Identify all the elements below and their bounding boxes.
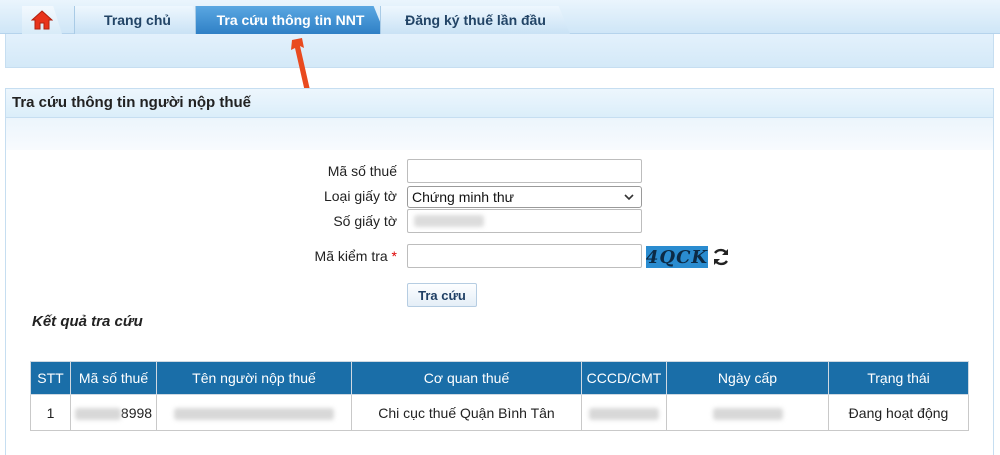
required-mark: *: [391, 248, 397, 264]
redacted-taxpayer-name: [174, 407, 334, 420]
cell-taxpayer-name: [156, 394, 352, 431]
tax-code-input[interactable]: [407, 159, 642, 183]
tab-home[interactable]: Trang chủ: [74, 6, 200, 34]
captcha-image: 4QCK: [645, 246, 709, 268]
tax-code-suffix: 8998: [120, 404, 153, 421]
col-tax-agency: Cơ quan thuế: [351, 361, 582, 395]
doc-type-selected: Chứng minh thư: [412, 189, 515, 205]
panel-header: Tra cứu thông tin người nộp thuế: [5, 88, 994, 118]
cell-tax-code: 8998: [70, 394, 157, 431]
tab-home-label: Trang chủ: [104, 12, 171, 28]
tax-code-label: Mã số thuế: [327, 163, 397, 179]
redacted-doc-number: [414, 215, 484, 227]
captcha-label-text: Mã kiểm tra: [314, 248, 388, 264]
panel-band: [5, 118, 994, 150]
table-row: 1 8998 Chi cục thuế Quận Bình Tân Đang h…: [30, 394, 969, 431]
home-icon: [31, 10, 53, 30]
page-title: Tra cứu thông tin người nộp thuế: [12, 94, 252, 111]
search-button[interactable]: Tra cứu: [407, 283, 477, 307]
captcha-label: Mã kiểm tra *: [257, 248, 397, 264]
chevron-down-icon: [624, 194, 634, 201]
redacted-id-number: [589, 407, 659, 420]
tab-first-registration-label: Đăng ký thuế lần đầu: [405, 12, 546, 28]
col-status: Trạng thái: [828, 361, 969, 395]
refresh-icon[interactable]: [711, 247, 731, 267]
table-header-row: STT Mã số thuế Tên người nộp thuế Cơ qua…: [30, 361, 969, 395]
tab-first-registration[interactable]: Đăng ký thuế lần đầu: [380, 6, 570, 34]
tab-taxpayer-lookup-label: Tra cứu thông tin NNT: [216, 12, 365, 28]
home-tab[interactable]: [22, 6, 62, 34]
cell-status: Đang hoạt động: [828, 394, 969, 431]
doc-type-label: Loại giấy tờ: [323, 188, 397, 204]
cell-stt: 1: [30, 394, 71, 431]
cell-id-number: [581, 394, 667, 431]
tab-taxpayer-lookup[interactable]: Tra cứu thông tin NNT: [195, 6, 385, 34]
doc-number-label: Số giấy tờ: [333, 213, 397, 229]
col-id-number: CCCD/CMT: [581, 361, 667, 395]
redacted-issue-date: [712, 407, 783, 420]
captcha-input[interactable]: [407, 244, 642, 268]
doc-number-input[interactable]: [407, 209, 642, 233]
col-stt: STT: [30, 361, 71, 395]
doc-type-select[interactable]: Chứng minh thư: [407, 186, 642, 208]
annotation-arrow-icon: [291, 38, 310, 92]
redacted-tax-code-prefix: [74, 407, 121, 420]
results-title: Kết quả tra cứu: [32, 313, 143, 330]
col-tax-code: Mã số thuế: [70, 361, 157, 395]
cell-tax-agency: Chi cục thuế Quận Bình Tân: [351, 394, 582, 431]
sub-nav-bar: [5, 34, 994, 68]
col-issue-date: Ngày cấp: [666, 361, 829, 395]
cell-issue-date: [666, 394, 829, 431]
results-table: STT Mã số thuế Tên người nộp thuế Cơ qua…: [30, 361, 969, 431]
top-nav: Trang chủ Tra cứu thông tin NNT Đăng ký …: [0, 0, 1000, 34]
col-taxpayer-name: Tên người nộp thuế: [156, 361, 352, 395]
